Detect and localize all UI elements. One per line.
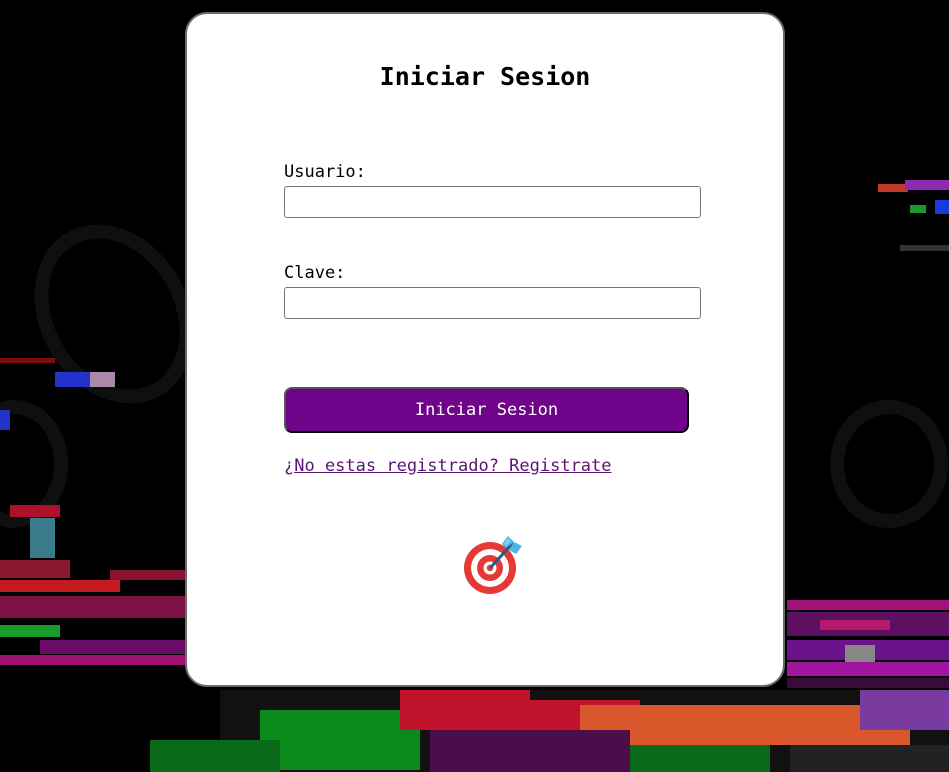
password-label: Clave: bbox=[284, 263, 346, 283]
username-label: Usuario: bbox=[284, 162, 366, 182]
username-input[interactable] bbox=[284, 186, 701, 218]
login-submit-button[interactable]: Iniciar Sesion bbox=[284, 387, 689, 433]
password-input[interactable] bbox=[284, 287, 701, 319]
background-ghost-logo bbox=[830, 400, 948, 528]
target-dart-icon bbox=[464, 536, 522, 594]
register-link[interactable]: ¿No estas registrado? Registrate bbox=[284, 456, 612, 476]
login-card: Iniciar Sesion Usuario: Clave: Iniciar S… bbox=[185, 12, 785, 687]
page-title: Iniciar Sesion bbox=[379, 62, 591, 91]
